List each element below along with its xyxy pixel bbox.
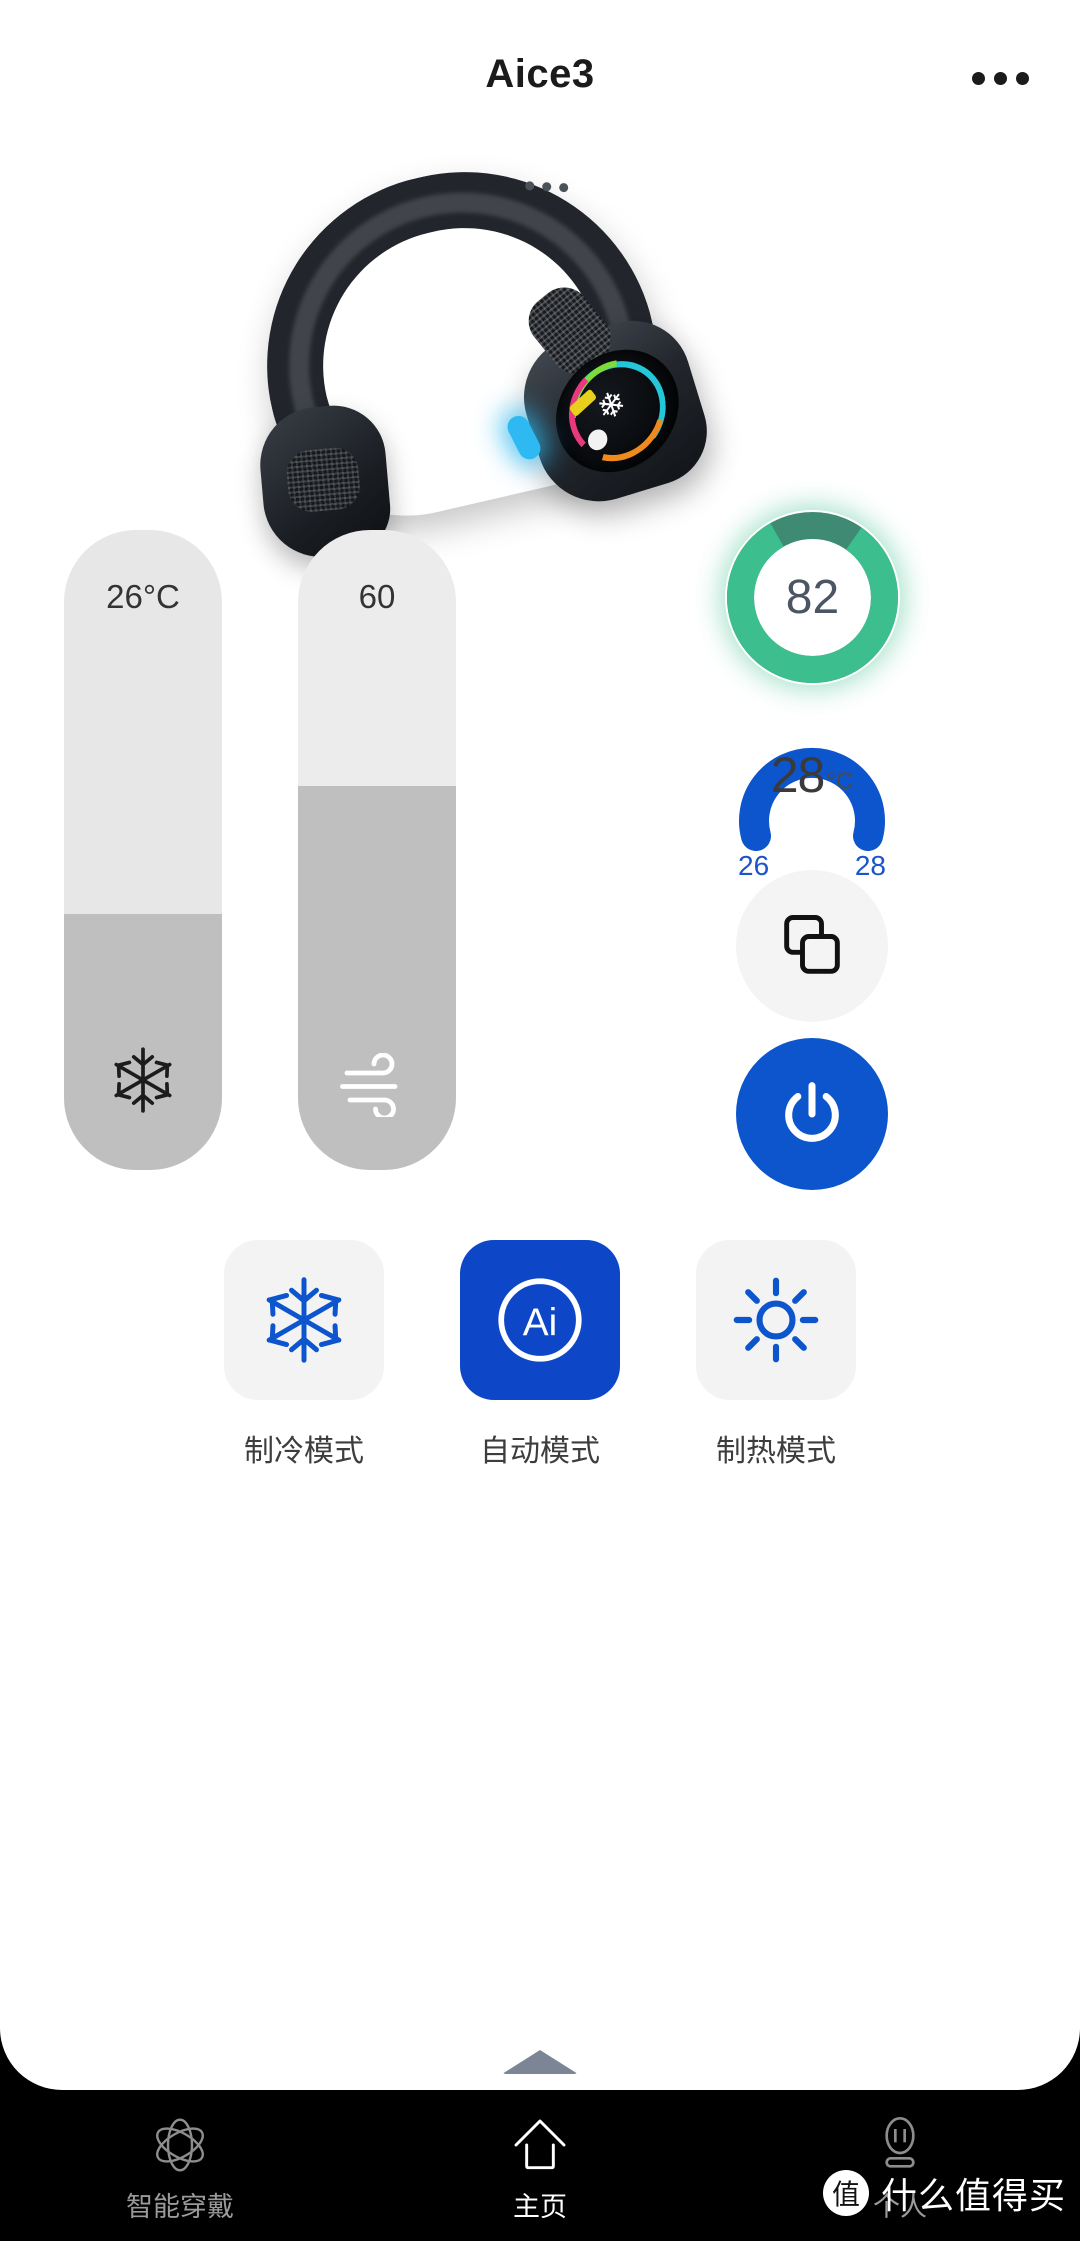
home-indicator[interactable] xyxy=(502,2050,578,2074)
nav-label-smart-wearables: 智能穿戴 xyxy=(126,2192,234,2222)
device-hinge-dot xyxy=(558,182,569,192)
mode-item-cooling[interactable]: 制冷模式 xyxy=(224,1240,384,1520)
screen-mirror-button[interactable] xyxy=(736,870,888,1022)
home-icon xyxy=(508,2113,572,2177)
screen-mirror-icon xyxy=(784,915,840,974)
mode-label-cooling: 制冷模式 xyxy=(244,1435,364,1468)
watermark-text: 什么值得买 xyxy=(880,2175,1066,2216)
app-header: Aice3 xyxy=(0,0,1080,150)
watermark: 值 什么值得买 xyxy=(822,2167,1066,2219)
mode-selector: 制冷模式 Ai 自动模式 制热模式 xyxy=(0,1240,1080,1520)
device-hinge-dot xyxy=(525,180,535,191)
temperature-slider[interactable]: 26°C xyxy=(64,530,222,1170)
mode-label-auto: 自动模式 xyxy=(480,1435,600,1468)
more-menu-button[interactable] xyxy=(962,56,1038,100)
battery-value: 82 xyxy=(785,571,840,624)
temperature-slider-value: 26°C xyxy=(106,578,180,615)
controls-region: 26°C 60 82 28 °C 26 28 xyxy=(0,500,1080,1200)
mode-label-heating: 制热模式 xyxy=(716,1435,836,1468)
power-icon xyxy=(785,1082,839,1142)
more-horizontal-icon-dot-1 xyxy=(971,71,985,85)
mode-tile-heating[interactable] xyxy=(696,1240,856,1400)
snowflake-icon xyxy=(266,1277,342,1363)
atom-icon xyxy=(148,2113,212,2177)
sun-icon xyxy=(733,1277,819,1363)
temperature-gauge[interactable]: 28 °C 26 28 xyxy=(722,700,902,881)
page-title: Aice3 xyxy=(485,52,595,96)
nav-item-home[interactable]: 主页 xyxy=(360,2090,720,2241)
snowflake-icon xyxy=(64,1043,222,1122)
device-hinge-dots xyxy=(525,174,582,199)
more-horizontal-icon-dot-3 xyxy=(1015,71,1029,85)
power-button[interactable] xyxy=(736,1038,888,1190)
nav-label-home: 主页 xyxy=(513,2192,567,2222)
mode-tile-cooling[interactable] xyxy=(224,1240,384,1400)
temperature-gauge-value: 28 °C xyxy=(722,700,902,850)
mode-item-heating[interactable]: 制热模式 xyxy=(696,1240,856,1520)
mode-item-auto[interactable]: Ai 自动模式 xyxy=(460,1240,620,1520)
device-hero-image: ❄ xyxy=(0,133,1080,562)
battery-ring: 82 xyxy=(725,510,900,685)
neck-cooler-illustration: ❄ xyxy=(188,104,769,562)
mode-tile-auto[interactable]: Ai xyxy=(460,1240,620,1400)
watermark-logo: 值 xyxy=(822,2170,869,2216)
nav-item-smart-wearables[interactable]: 智能穿戴 xyxy=(0,2090,360,2241)
status-column: 82 28 °C 26 28 xyxy=(540,500,1080,1200)
temperature-gauge-unit: °C xyxy=(826,768,854,795)
more-horizontal-icon-dot-2 xyxy=(993,71,1007,85)
temperature-slider-fill xyxy=(64,914,222,1170)
wind-icon xyxy=(298,1053,456,1122)
temperature-gauge-min-label: 26 xyxy=(738,850,770,881)
temperature-gauge-number: 28 xyxy=(770,747,826,803)
device-hinge-dot xyxy=(542,181,552,191)
ai-circle-icon: Ai xyxy=(498,1278,582,1362)
app-screen: Aice3 ❄ 26°C 60 82 28 °C 26 28 制冷模式 Ai 自… xyxy=(0,0,1080,2090)
fan-speed-slider-value: 60 xyxy=(358,578,396,615)
fan-speed-slider[interactable]: 60 xyxy=(298,530,456,1170)
temperature-gauge-max-label: 28 xyxy=(854,850,886,881)
svg-text:Ai: Ai xyxy=(523,1301,557,1344)
